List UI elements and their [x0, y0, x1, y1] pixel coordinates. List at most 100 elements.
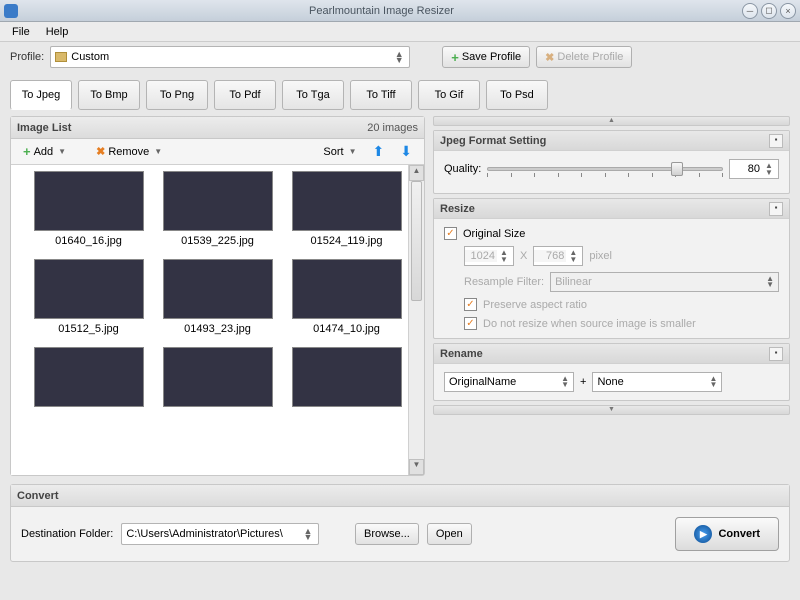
- move-up-button[interactable]: ⬆: [367, 141, 391, 162]
- menubar: File Help: [0, 22, 800, 42]
- chevron-down-icon: ▼: [154, 147, 162, 156]
- scroll-thumb[interactable]: [411, 181, 422, 301]
- convert-button[interactable]: ▶ Convert: [675, 517, 779, 551]
- tab-png[interactable]: To Png: [146, 80, 208, 110]
- add-label: Add: [34, 146, 54, 158]
- menu-file[interactable]: File: [4, 24, 38, 40]
- slider-knob[interactable]: [671, 162, 683, 176]
- thumb-image: [34, 259, 144, 319]
- collapse-bottom-button[interactable]: ▼: [433, 405, 790, 415]
- spinner-arrows-icon[interactable]: ▲▼: [497, 249, 511, 263]
- thumb-item[interactable]: 01493_23.jpg: [155, 257, 280, 343]
- section-collapse-button[interactable]: ▪: [769, 134, 783, 148]
- sort-button[interactable]: Sort ▼: [317, 144, 362, 160]
- thumb-image: [34, 171, 144, 231]
- thumb-filename: 01493_23.jpg: [155, 323, 280, 335]
- plus-icon: +: [23, 144, 31, 159]
- resample-filter-select[interactable]: Bilinear ▲▼: [550, 272, 779, 292]
- chevron-updown-icon: ▲▼: [561, 376, 569, 388]
- no-upscale-checkbox[interactable]: [464, 317, 477, 330]
- tab-gif[interactable]: To Gif: [418, 80, 480, 110]
- play-icon: ▶: [694, 525, 712, 543]
- thumb-item[interactable]: 01512_5.jpg: [26, 257, 151, 343]
- original-size-label: Original Size: [463, 228, 525, 240]
- minimize-button[interactable]: ─: [742, 3, 758, 19]
- tab-pdf[interactable]: To Pdf: [214, 80, 276, 110]
- arrow-up-icon: ⬆: [373, 143, 385, 160]
- move-down-button[interactable]: ⬇: [394, 141, 418, 162]
- thumbnail-area[interactable]: 01640_16.jpg 01539_225.jpg 01524_119.jpg…: [11, 165, 424, 475]
- quality-slider[interactable]: [487, 160, 723, 178]
- section-collapse-button[interactable]: ▪: [769, 202, 783, 216]
- thumb-item[interactable]: [155, 345, 280, 415]
- thumb-image: [163, 171, 273, 231]
- chevron-down-icon: ▼: [349, 147, 357, 156]
- dimension-x-label: X: [520, 250, 527, 262]
- original-size-checkbox[interactable]: [444, 227, 457, 240]
- chevron-updown-icon: ▲▼: [393, 51, 405, 63]
- thumb-scrollbar[interactable]: ▲ ▼: [408, 165, 424, 475]
- save-profile-button[interactable]: + Save Profile: [442, 46, 530, 68]
- resize-section: Resize ▪ Original Size ▲▼ X ▲▼ pixel Res…: [433, 198, 790, 339]
- tab-psd[interactable]: To Psd: [486, 80, 548, 110]
- app-title: Pearlmountain Image Resizer: [24, 5, 739, 17]
- tab-tiff[interactable]: To Tiff: [350, 80, 412, 110]
- save-profile-label: Save Profile: [462, 51, 521, 63]
- open-button[interactable]: Open: [427, 523, 472, 545]
- menu-help[interactable]: Help: [38, 24, 77, 40]
- thumb-item[interactable]: 01524_119.jpg: [284, 169, 409, 255]
- tab-tga[interactable]: To Tga: [282, 80, 344, 110]
- preserve-aspect-checkbox[interactable]: [464, 298, 477, 311]
- resample-filter-value: Bilinear: [555, 276, 766, 288]
- collapse-top-button[interactable]: ▲: [433, 116, 790, 126]
- height-input[interactable]: [534, 250, 566, 262]
- preserve-aspect-label: Preserve aspect ratio: [483, 299, 587, 311]
- thumb-item[interactable]: 01539_225.jpg: [155, 169, 280, 255]
- thumb-item[interactable]: [284, 345, 409, 415]
- height-spinner[interactable]: ▲▼: [533, 246, 583, 266]
- plus-icon: +: [451, 50, 459, 65]
- image-list-toolbar: + Add ▼ ✖ Remove ▼ Sort ▼ ⬆ ⬇: [11, 139, 424, 165]
- section-collapse-button[interactable]: ▪: [769, 347, 783, 361]
- delete-profile-button[interactable]: ✖ Delete Profile: [536, 46, 632, 68]
- browse-label: Browse...: [364, 528, 410, 540]
- rename-part1-select[interactable]: OriginalName ▲▼: [444, 372, 574, 392]
- convert-panel: Convert Destination Folder: C:\Users\Adm…: [10, 484, 790, 562]
- jpeg-section-title: Jpeg Format Setting: [440, 135, 546, 147]
- width-input[interactable]: [465, 250, 497, 262]
- maximize-button[interactable]: ◻: [761, 3, 777, 19]
- rename-section: Rename ▪ OriginalName ▲▼ + None ▲▼: [433, 343, 790, 401]
- spinner-arrows-icon[interactable]: ▲▼: [566, 249, 580, 263]
- spinner-arrows-icon[interactable]: ▲▼: [762, 162, 776, 176]
- app-icon: [4, 4, 18, 18]
- tab-jpeg[interactable]: To Jpeg: [10, 80, 72, 110]
- rename-plus-label: +: [580, 376, 586, 388]
- quality-input[interactable]: [730, 163, 762, 175]
- tab-bmp[interactable]: To Bmp: [78, 80, 140, 110]
- folder-icon: [55, 52, 67, 62]
- width-spinner[interactable]: ▲▼: [464, 246, 514, 266]
- rename-part2-value: None: [597, 376, 709, 388]
- titlebar: Pearlmountain Image Resizer ─ ◻ ×: [0, 0, 800, 22]
- destination-select[interactable]: C:\Users\Administrator\Pictures\ ▲▼: [121, 523, 319, 545]
- profile-label: Profile:: [10, 51, 44, 63]
- close-button[interactable]: ×: [780, 3, 796, 19]
- thumb-filename: 01512_5.jpg: [26, 323, 151, 335]
- thumb-item[interactable]: [26, 345, 151, 415]
- image-count: 20 images: [367, 122, 418, 134]
- thumb-image: [292, 347, 402, 407]
- quality-spinner[interactable]: ▲▼: [729, 159, 779, 179]
- profile-row: Profile: Custom ▲▼ + Save Profile ✖ Dele…: [0, 42, 800, 72]
- remove-button[interactable]: ✖ Remove ▼: [90, 143, 168, 160]
- pixel-label: pixel: [589, 250, 612, 262]
- thumb-item[interactable]: 01474_10.jpg: [284, 257, 409, 343]
- rename-part2-select[interactable]: None ▲▼: [592, 372, 722, 392]
- arrow-down-icon: ⬇: [400, 143, 412, 160]
- destination-label: Destination Folder:: [21, 528, 113, 540]
- browse-button[interactable]: Browse...: [355, 523, 419, 545]
- add-button[interactable]: + Add ▼: [17, 142, 72, 161]
- scroll-down-button[interactable]: ▼: [409, 459, 424, 475]
- thumb-item[interactable]: 01640_16.jpg: [26, 169, 151, 255]
- profile-select[interactable]: Custom ▲▼: [50, 46, 410, 68]
- scroll-up-button[interactable]: ▲: [409, 165, 424, 181]
